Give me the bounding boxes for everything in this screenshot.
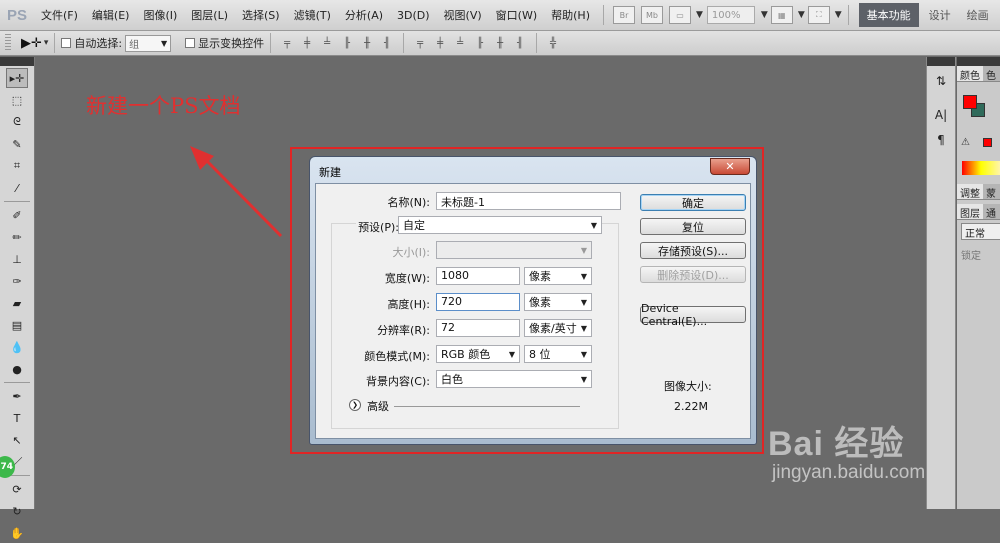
- close-button[interactable]: ✕: [710, 158, 750, 175]
- chevron-down-icon: ▼: [580, 349, 587, 359]
- bit-depth-select[interactable]: 8 位 ▼: [524, 345, 592, 363]
- height-unit-value: 像素: [529, 296, 551, 309]
- name-field[interactable]: 未标题-1: [436, 192, 621, 210]
- chevron-down-icon: ▼: [580, 245, 587, 255]
- color-mode-select[interactable]: RGB 颜色 ▼: [436, 345, 520, 363]
- chevron-down-icon: ▼: [580, 271, 587, 281]
- advanced-label[interactable]: 高级: [367, 398, 389, 414]
- background-contents-label: 背景内容(C):: [366, 375, 430, 388]
- chevron-double-down-icon[interactable]: ❯: [349, 399, 361, 411]
- baidu-logo: Bai 经验: [768, 425, 905, 463]
- name-label: 名称(N):: [387, 196, 430, 209]
- width-field[interactable]: 1080: [436, 267, 520, 285]
- image-size-value: 2.22M: [674, 400, 708, 413]
- preset-label: 预设(P):: [356, 219, 401, 235]
- dialog-title: 新建: [319, 166, 341, 179]
- delete-preset-button: 删除预设(D)...: [640, 266, 746, 283]
- color-mode-value: RGB 颜色: [441, 348, 491, 361]
- preset-select[interactable]: 自定 ▼: [398, 216, 602, 234]
- size-select: ▼: [436, 241, 592, 259]
- bit-depth-value: 8 位: [529, 348, 551, 361]
- color-mode-label: 颜色模式(M):: [364, 350, 430, 363]
- new-document-dialog: 新建 ✕ 名称(N): 未标题-1 预设(P): 自定 ▼ 大小(I): ▼ 宽…: [309, 156, 757, 445]
- hand-tool-icon[interactable]: ✋: [6, 523, 28, 543]
- resolution-label: 分辨率(R):: [377, 324, 430, 337]
- preset-value: 自定: [403, 219, 425, 232]
- width-unit-select[interactable]: 像素 ▼: [524, 267, 592, 285]
- width-unit-value: 像素: [529, 270, 551, 283]
- height-field[interactable]: 720: [436, 293, 520, 311]
- dialog-body: 名称(N): 未标题-1 预设(P): 自定 ▼ 大小(I): ▼ 宽度(W):…: [315, 183, 751, 439]
- save-preset-button[interactable]: 存储预设(S)...: [640, 242, 746, 259]
- background-contents-value: 白色: [441, 373, 463, 386]
- resolution-field[interactable]: 72: [436, 319, 520, 337]
- resolution-unit-select[interactable]: 像素/英寸 ▼: [524, 319, 592, 337]
- watermark-url: jingyan.baidu.com: [772, 462, 926, 483]
- background-contents-select[interactable]: 白色 ▼: [436, 370, 592, 388]
- baidu-watermark: Bai 经验 jingyan.baidu.com: [768, 400, 968, 500]
- chevron-down-icon: ▼: [580, 297, 587, 307]
- size-label: 大小(I):: [392, 246, 430, 259]
- width-label: 宽度(W):: [384, 272, 430, 285]
- height-label: 高度(H):: [387, 298, 430, 311]
- reset-button[interactable]: 复位: [640, 218, 746, 235]
- chevron-down-icon: ▼: [508, 349, 515, 359]
- chevron-down-icon: ▼: [580, 374, 587, 384]
- resolution-unit-value: 像素/英寸: [529, 322, 577, 335]
- chevron-down-icon: ▼: [580, 323, 587, 333]
- height-unit-select[interactable]: 像素 ▼: [524, 293, 592, 311]
- advanced-divider: [394, 406, 580, 407]
- device-central-button[interactable]: Device Central(E)...: [640, 302, 746, 328]
- image-size-title: 图像大小:: [664, 380, 712, 393]
- chevron-down-icon: ▼: [590, 220, 597, 230]
- ok-button[interactable]: 确定: [640, 194, 746, 211]
